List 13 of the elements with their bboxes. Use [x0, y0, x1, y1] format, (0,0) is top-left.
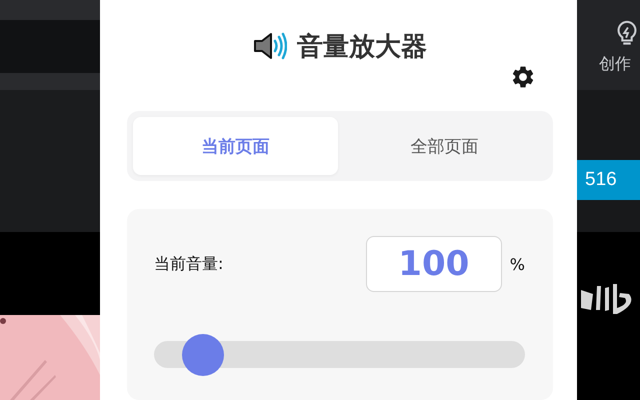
- tab[interactable]: 当前页面: [133, 117, 338, 175]
- count-text: 516: [585, 169, 617, 191]
- settings-icon[interactable]: [510, 64, 536, 90]
- percent-unit: %: [510, 254, 525, 274]
- app-title: 音量放大器: [297, 30, 427, 64]
- nav-link[interactable]: 创作: [599, 54, 631, 75]
- volume-input[interactable]: 100: [366, 236, 502, 292]
- tab[interactable]: 全部页面: [342, 117, 547, 175]
- volume-label: 当前音量:: [154, 254, 224, 274]
- slider-thumb[interactable]: [182, 334, 224, 376]
- volume-slider[interactable]: [154, 334, 525, 376]
- speaker-icon: [253, 32, 287, 60]
- content-panel: [577, 200, 640, 232]
